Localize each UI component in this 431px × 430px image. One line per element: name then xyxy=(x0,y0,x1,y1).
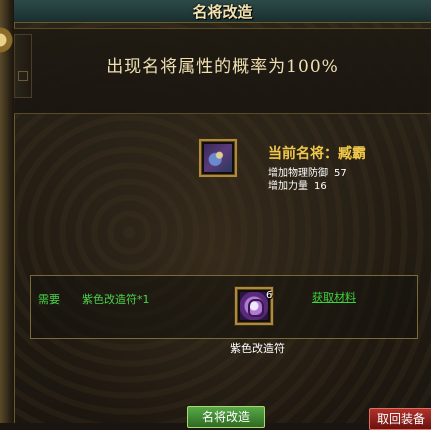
material-name: 紫色改造符 xyxy=(230,342,285,355)
side-tab-icon xyxy=(18,71,28,81)
requirement-label: 需要 xyxy=(38,293,60,306)
material-count: 6 xyxy=(266,290,273,301)
stat-value: 16 xyxy=(314,181,327,192)
get-materials-link[interactable]: 获取材料 xyxy=(312,289,356,305)
stat-value: 57 xyxy=(334,168,347,179)
reform-button[interactable]: 名将改造 xyxy=(187,406,265,428)
probability-panel: 出现名将属性的概率为100% xyxy=(14,28,431,114)
retrieve-equipment-button[interactable]: 取回装备 xyxy=(369,408,431,430)
general-item-slot[interactable] xyxy=(199,139,237,177)
current-general-name: 当前名将：臧霸 xyxy=(268,146,366,162)
requirement-item: 紫色改造符*1 xyxy=(82,293,150,306)
side-tab[interactable] xyxy=(14,34,32,98)
probability-text: 出现名将属性的概率为100% xyxy=(106,57,339,77)
stat-label: 增加力量 xyxy=(268,181,308,192)
requirement-panel xyxy=(30,275,418,339)
window-left-border xyxy=(0,0,15,423)
purple-reform-charm-icon xyxy=(240,292,268,320)
title-bar: 名将改造 xyxy=(14,0,431,23)
window-title: 名将改造 xyxy=(192,3,253,21)
stat-line: 增加力量 16 xyxy=(268,177,327,192)
general-portrait-icon xyxy=(204,144,232,172)
ornament-icon xyxy=(0,20,14,60)
